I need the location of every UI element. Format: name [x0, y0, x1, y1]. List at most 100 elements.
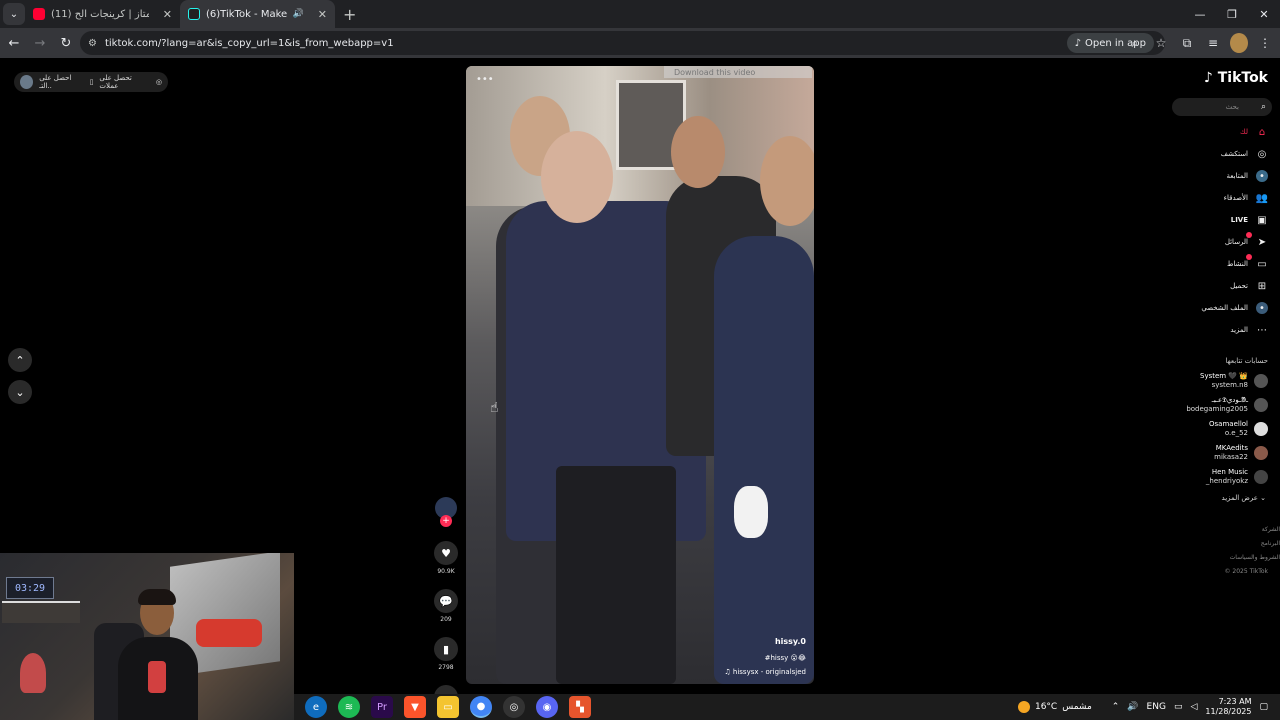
- tiktok-favicon-icon: [188, 8, 200, 20]
- tab-youtube[interactable]: (11) السيت الممتاز | كرينجات الح ✕: [25, 0, 180, 28]
- app-icon[interactable]: ▚: [569, 696, 591, 718]
- sidebar-item-for-you[interactable]: لك ⌂: [1240, 124, 1268, 140]
- obs-icon[interactable]: ◎: [503, 696, 525, 718]
- notification-badge: [1246, 232, 1252, 238]
- weather-widget[interactable]: 16°C مشمس: [1017, 701, 1092, 713]
- discord-icon[interactable]: ◉: [536, 696, 558, 718]
- chevron-up-icon[interactable]: ⌃: [1112, 702, 1120, 712]
- sidebar-item-label: لك: [1239, 128, 1248, 136]
- tab-search-button[interactable]: ⌄: [3, 3, 25, 25]
- zoom-icon[interactable]: ⌕: [1126, 33, 1144, 53]
- forward-button[interactable]: →: [28, 31, 52, 55]
- browser-toolbar: ← → ↻ ⚙ tiktok.com/?lang=ar&is_copy_url=…: [0, 28, 1280, 58]
- tab-title: (6)TikTok - Make Your Day: [206, 8, 287, 20]
- edge-icon[interactable]: e: [305, 696, 327, 718]
- account-handle: _hendriyokz: [1205, 477, 1248, 485]
- windows-taskbar: e ≋ Pr ▼ ▭ ● ◎ ◉ ▚ 16°C مشمس ⌃ 🔊 ENG ▭ ◁…: [294, 694, 1280, 720]
- following-icon: •: [1256, 170, 1268, 182]
- promo-text-2: تحصل على عملات: [99, 74, 132, 90]
- sidebar-item-label: الرسائل: [1224, 238, 1248, 246]
- video-options-icon[interactable]: •••: [476, 74, 494, 85]
- window-controls: — ❐ ✕: [1184, 0, 1280, 28]
- video-author[interactable]: hissy.0: [775, 637, 806, 646]
- previous-video-button[interactable]: ⌃: [8, 348, 32, 372]
- footer-link[interactable]: البرنامج: [1261, 540, 1280, 547]
- sidebar-item-label: تحميل: [1230, 282, 1248, 290]
- followed-account[interactable]: Hen Music _hendriyokz: [1206, 468, 1268, 486]
- reload-button[interactable]: ↻: [54, 31, 78, 55]
- video-head: [541, 131, 613, 223]
- next-video-button[interactable]: ⌄: [8, 380, 32, 404]
- profile-avatar[interactable]: [1230, 33, 1248, 53]
- spotify-icon[interactable]: ≋: [338, 696, 360, 718]
- volume-icon[interactable]: 🔊: [1127, 702, 1138, 712]
- live-icon: ▣: [1257, 214, 1267, 226]
- sidebar-item-friends[interactable]: الأصدقاء 👥: [1224, 190, 1269, 206]
- tab-title: (11) السيت الممتاز | كرينجات الح: [51, 8, 149, 20]
- sidebar-item-messages[interactable]: الرسائل ➤: [1224, 232, 1268, 250]
- download-video-bar[interactable]: Download this video: [664, 66, 812, 78]
- sidebar-item-more[interactable]: المزيد ⋯: [1230, 322, 1268, 338]
- followed-account[interactable]: عـبـ𝕯ـوديᱟـ bodegaming2005: [1186, 396, 1268, 414]
- address-bar[interactable]: ⚙ tiktok.com/?lang=ar&is_copy_url=1&is_f…: [80, 31, 1165, 55]
- footer-link[interactable]: الشروط والسياسات: [1230, 554, 1280, 561]
- menu-kebab-icon[interactable]: ⋮: [1256, 33, 1274, 53]
- site-info-icon[interactable]: ⚙: [88, 38, 97, 49]
- search-input[interactable]: بحث ⌕: [1172, 98, 1272, 116]
- speaker-icon[interactable]: 🔊: [293, 9, 304, 19]
- show-more-button[interactable]: عرض المزيد ⌄: [1222, 494, 1266, 502]
- sidebar-item-label: النشاط: [1226, 260, 1248, 268]
- home-icon: ⌂: [1258, 126, 1266, 138]
- speaker-icon[interactable]: ◁: [1190, 702, 1197, 712]
- webcam-overlay: 03:29: [0, 553, 294, 720]
- sidebar-item-following[interactable]: المتابعة •: [1227, 168, 1268, 184]
- weather-text: مشمس: [1062, 702, 1092, 712]
- video-player[interactable]: Download this video ••• hissy.0 #hissy 😮…: [466, 66, 814, 684]
- tab-tiktok[interactable]: (6)TikTok - Make Your Day 🔊 ✕: [180, 0, 335, 28]
- like-count: 90.9K: [437, 568, 455, 575]
- followed-account[interactable]: Osamaellol o.e_52: [1209, 420, 1268, 438]
- temperature: 16°C: [1034, 702, 1058, 712]
- clock[interactable]: 7:23 AM 11/28/2025: [1205, 697, 1251, 717]
- bookmark-star-icon[interactable]: ☆: [1152, 33, 1170, 53]
- download-label: Download this video: [674, 67, 756, 77]
- premiere-icon[interactable]: Pr: [371, 696, 393, 718]
- time-text: 7:23 AM: [1218, 697, 1252, 706]
- sidebar-item-activity[interactable]: النشاط ▭: [1226, 254, 1268, 272]
- video-sound[interactable]: ♫ hissysx - originalsjed: [724, 668, 806, 676]
- bookmark-icon[interactable]: ▮: [434, 637, 458, 661]
- network-icon[interactable]: ▭: [1174, 702, 1183, 712]
- chrome-icon[interactable]: ●: [470, 696, 492, 718]
- sidebar-item-upload[interactable]: تحميل ⊞: [1230, 278, 1268, 294]
- like-icon[interactable]: ♥: [434, 541, 458, 565]
- followed-account[interactable]: System 🖤 👑 system.n8: [1200, 372, 1268, 390]
- close-window-button[interactable]: ✕: [1248, 0, 1280, 28]
- video-caption: #hissy 😮😂: [764, 654, 806, 662]
- streamer: [112, 589, 200, 720]
- more-icon: ⋯: [1257, 324, 1267, 336]
- follow-button[interactable]: +: [440, 515, 452, 527]
- lang-indicator[interactable]: ENG: [1147, 702, 1166, 712]
- close-icon[interactable]: ✕: [318, 8, 327, 21]
- notifications-icon[interactable]: ▢: [1259, 702, 1268, 712]
- minimize-button[interactable]: —: [1184, 0, 1216, 28]
- back-button[interactable]: ←: [2, 31, 26, 55]
- followed-account[interactable]: MKAedits mikasa22: [1214, 444, 1268, 462]
- sidebar-item-live[interactable]: LIVE ▣: [1231, 212, 1268, 228]
- footer-link[interactable]: الشركة: [1262, 526, 1280, 533]
- file-explorer-icon[interactable]: ▭: [437, 696, 459, 718]
- tiktok-logo[interactable]: ♪ TikTok: [1204, 70, 1268, 86]
- new-tab-button[interactable]: +: [343, 5, 356, 24]
- chevron-down-icon: ⌄: [1260, 494, 1266, 502]
- restore-button[interactable]: ❐: [1216, 0, 1248, 28]
- sidebar-item-profile[interactable]: الملف الشخصي •: [1201, 300, 1268, 316]
- extensions-icon[interactable]: ⧉: [1178, 33, 1196, 53]
- media-controls-icon[interactable]: ≡: [1204, 33, 1222, 53]
- coins-promo-pill[interactable]: احصل على التـ.. ▯ تحصل على عملات ◎: [14, 72, 168, 92]
- brave-icon[interactable]: ▼: [404, 696, 426, 718]
- search-icon[interactable]: ⌕: [1261, 102, 1266, 112]
- sidebar-item-explore[interactable]: استكشف ◎: [1221, 146, 1268, 162]
- close-icon[interactable]: ✕: [163, 8, 172, 21]
- comment-icon[interactable]: 💬: [434, 589, 458, 613]
- account-name: Hen Music: [1211, 468, 1248, 476]
